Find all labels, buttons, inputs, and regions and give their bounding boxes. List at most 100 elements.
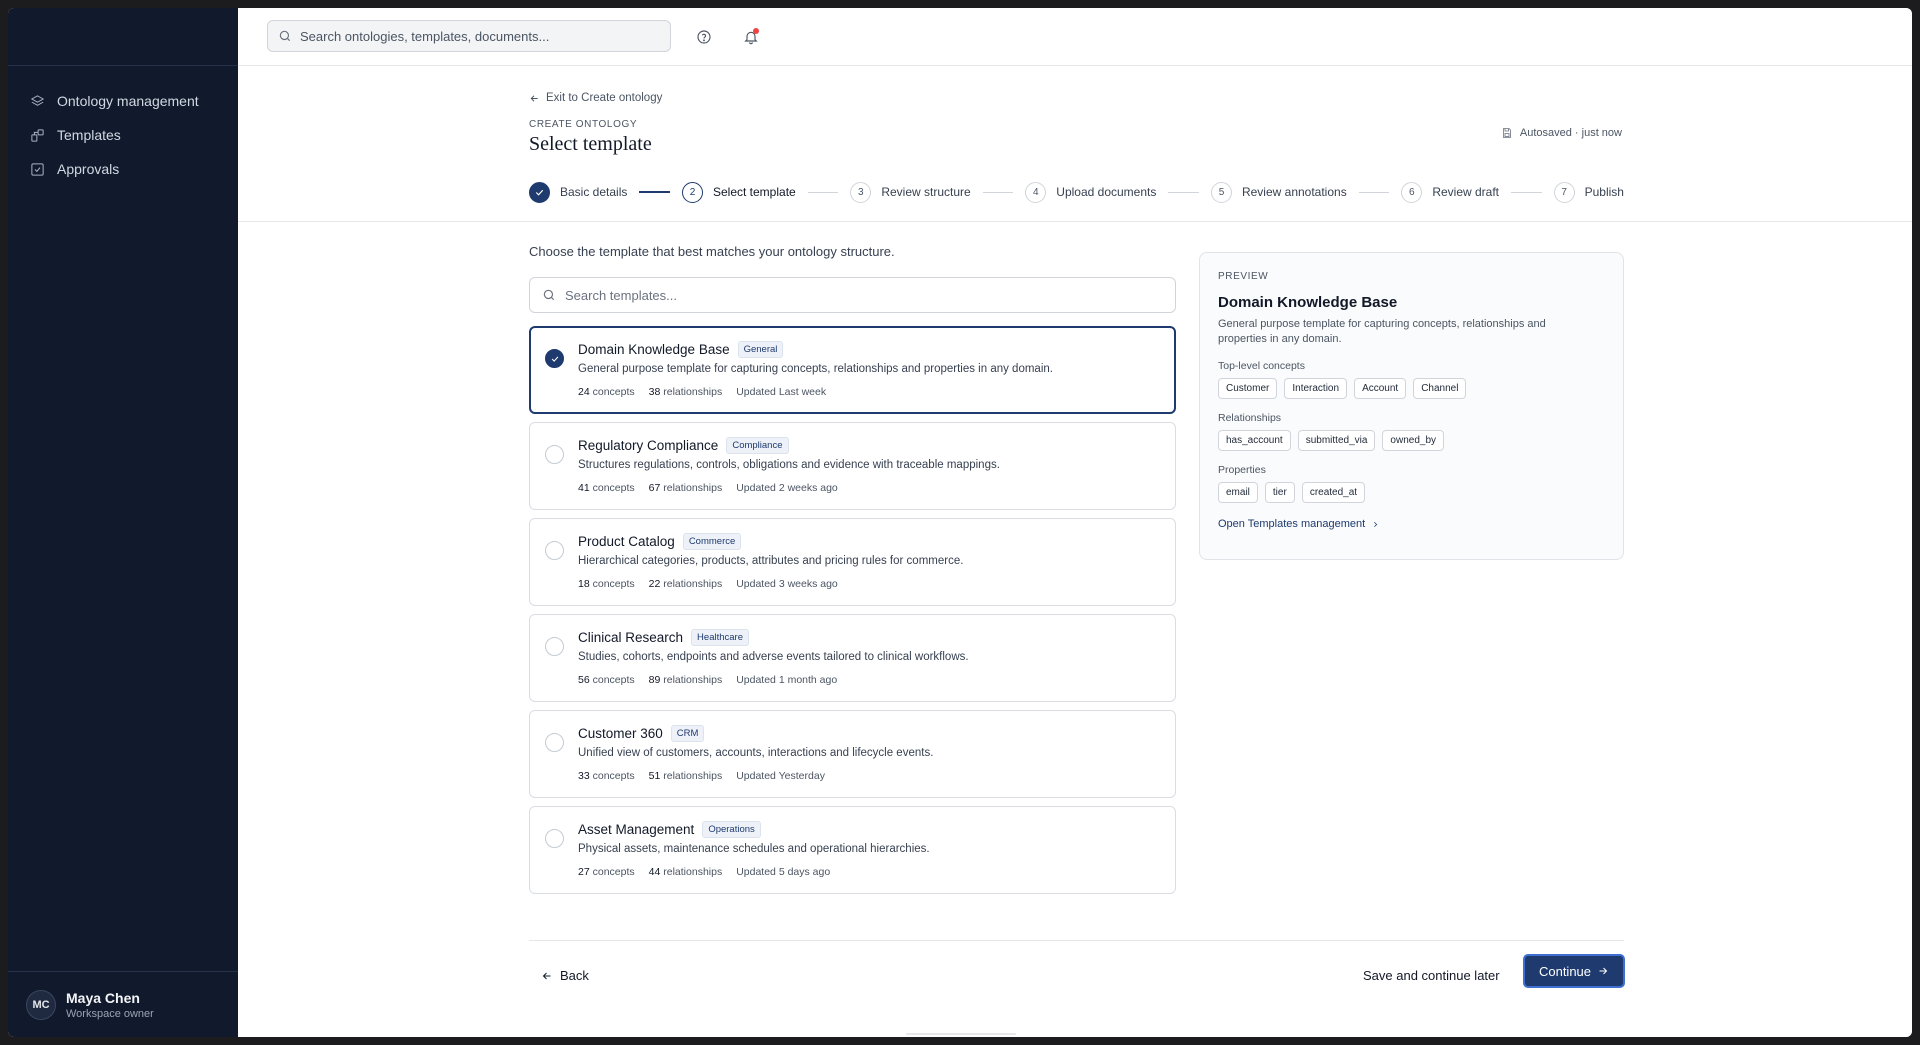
help-button[interactable] <box>694 27 714 47</box>
template-radio[interactable] <box>545 445 564 464</box>
updated-text: Updated Last week <box>736 386 827 398</box>
relationship-count: 22 <box>648 578 661 590</box>
template-search[interactable] <box>529 277 1176 313</box>
concepts-label: concepts <box>592 386 635 398</box>
exit-link-label: Exit to Create ontology <box>546 92 663 104</box>
template-description: Hierarchical categories, products, attri… <box>578 555 964 567</box>
templates-icon <box>31 128 44 142</box>
continue-button[interactable]: Continue <box>1523 954 1625 988</box>
updated-text: Updated 5 days ago <box>736 866 831 878</box>
template-name: Asset Management <box>578 822 695 837</box>
concepts-label: concepts <box>592 482 635 494</box>
template-name: Product Catalog <box>578 534 675 549</box>
template-meta: 41 concepts 67 relationships Updated 2 w… <box>578 482 852 494</box>
global-search[interactable] <box>267 20 671 52</box>
step-circle: 5 <box>1210 181 1232 203</box>
sidebar-item-label: Ontology management <box>57 93 199 109</box>
template-tag: Commerce <box>682 533 742 550</box>
concept-chips: Customer Interaction Account Channel <box>1218 378 1605 399</box>
concept-count: 41 <box>578 482 590 494</box>
relationships-label: relationships <box>663 482 723 494</box>
step-connector <box>982 191 1014 193</box>
help-circle-icon <box>697 30 711 44</box>
template-radio[interactable] <box>545 349 564 368</box>
user-name: Maya Chen <box>66 989 140 1006</box>
concept-chip: Account <box>1354 378 1407 399</box>
relationship-chips: has_account submitted_via owned_by <box>1218 430 1605 451</box>
step-label: Review annotations <box>1241 185 1347 199</box>
template-radio[interactable] <box>545 541 564 560</box>
step-label: Select template <box>712 185 796 199</box>
check-square-icon <box>31 162 44 176</box>
relationship-count: 51 <box>648 770 661 782</box>
step-basic-details[interactable]: Basic details <box>529 181 628 203</box>
chevron-right-icon <box>1374 521 1378 527</box>
step-label: Review draft <box>1432 185 1500 199</box>
autosave-label: Autosaved · just now <box>1519 127 1622 139</box>
preview-relationships-label: Relationships <box>1218 412 1282 424</box>
concept-chip: Channel <box>1413 378 1467 399</box>
template-description: Physical assets, maintenance schedules a… <box>578 843 930 855</box>
arrow-left-icon <box>530 94 538 102</box>
check-icon <box>551 356 558 362</box>
template-description: Unified view of customers, accounts, int… <box>578 747 934 759</box>
step-select-template[interactable]: 2 Select template <box>681 181 796 203</box>
step-connector <box>807 191 839 193</box>
user-profile[interactable]: MC Maya Chen Workspace owner <box>8 971 238 1037</box>
template-card-clinical-research[interactable]: Clinical Research Healthcare Studies, co… <box>529 614 1176 702</box>
step-circle: 6 <box>1401 181 1423 203</box>
search-icon <box>543 289 555 301</box>
step-connector <box>1168 191 1199 193</box>
step-label: Basic details <box>560 185 628 199</box>
sidebar-item-approvals[interactable]: Approvals <box>8 152 238 186</box>
template-radio[interactable] <box>545 733 564 752</box>
relationships-label: relationships <box>663 578 723 590</box>
template-card-domain-knowledge-base[interactable]: Domain Knowledge Base General General pu… <box>529 326 1176 414</box>
relationship-count: 38 <box>648 386 661 398</box>
sidebar-item-templates[interactable]: Templates <box>8 118 238 152</box>
template-card-product-catalog[interactable]: Product Catalog Commerce Hierarchical ca… <box>529 518 1176 606</box>
page-header: Exit to Create ontology CREATE ONTOLOGY … <box>238 66 1912 222</box>
sidebar-item-ontology-management[interactable]: Ontology management <box>8 84 238 118</box>
template-list: Domain Knowledge Base General General pu… <box>529 326 1176 902</box>
updated-text: Updated 2 weeks ago <box>736 482 838 494</box>
template-search-input[interactable] <box>565 287 1125 303</box>
concepts-label: concepts <box>592 674 635 686</box>
step-publish: 7 Publish <box>1553 181 1624 203</box>
preview-properties-label: Properties <box>1218 464 1266 476</box>
template-tag: Compliance <box>726 437 789 454</box>
relationships-label: relationships <box>663 386 723 398</box>
step-upload-documents: 4 Upload documents <box>1025 181 1157 203</box>
footer-divider <box>529 940 1624 941</box>
step-label: Publish <box>1584 185 1624 199</box>
notifications-button[interactable] <box>741 27 761 47</box>
global-search-input[interactable] <box>300 28 660 44</box>
preview-description: General purpose template for capturing c… <box>1218 318 1546 345</box>
relationship-chip: submitted_via <box>1297 430 1376 451</box>
step-connector <box>1511 191 1542 193</box>
back-button[interactable]: Back <box>541 968 589 983</box>
exit-link[interactable]: Exit to Create ontology <box>529 92 662 104</box>
template-name: Customer 360 <box>578 726 663 741</box>
template-radio[interactable] <box>545 637 564 656</box>
open-templates-management-link[interactable]: Open Templates management <box>1218 518 1605 530</box>
template-card-asset-management[interactable]: Asset Management Operations Physical ass… <box>529 806 1176 894</box>
template-name: Clinical Research <box>578 630 684 645</box>
arrow-right-icon <box>1599 967 1608 975</box>
template-meta: 56 concepts 89 relationships Updated 1 m… <box>578 674 851 686</box>
save-and-continue-later-button[interactable]: Save and continue later <box>1363 968 1500 983</box>
app-window: Ontology management Templates Approvals … <box>8 8 1912 1037</box>
continue-label: Continue <box>1538 963 1592 979</box>
preview-title: Domain Knowledge Base <box>1218 294 1398 311</box>
user-role: Workspace owner <box>66 1007 154 1020</box>
concept-chip: Interaction <box>1284 378 1348 399</box>
template-card-regulatory-compliance[interactable]: Regulatory Compliance Compliance Structu… <box>529 422 1176 510</box>
concepts-label: concepts <box>592 770 635 782</box>
concept-count: 18 <box>578 578 590 590</box>
property-chip: tier <box>1264 482 1295 503</box>
template-card-customer-360[interactable]: Customer 360 CRM Unified view of custome… <box>529 710 1176 798</box>
step-label: Upload documents <box>1056 185 1157 199</box>
template-tag: General <box>737 341 784 358</box>
template-radio[interactable] <box>545 829 564 848</box>
concept-count: 33 <box>578 770 590 782</box>
